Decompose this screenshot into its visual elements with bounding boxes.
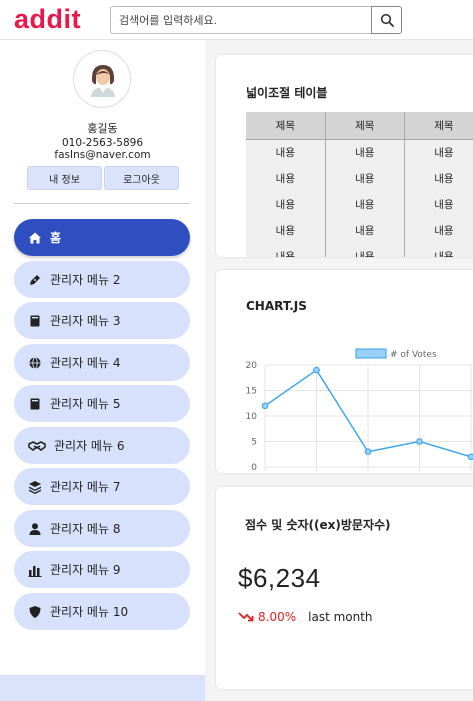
book-icon: [28, 397, 42, 411]
y-tick-label: 0: [251, 463, 257, 473]
table-cell: 내용: [246, 217, 326, 243]
y-tick-label: 10: [246, 412, 258, 422]
handshake-icon: [28, 439, 46, 453]
search-button[interactable]: [371, 6, 402, 34]
table-cell: 내용: [404, 217, 473, 243]
sidebar-item-menu-6[interactable]: 관리자 메뉴 6: [14, 427, 190, 464]
y-tick-label: 5: [251, 438, 257, 448]
data-point: [467, 453, 473, 461]
trend-down-icon: [238, 612, 254, 622]
my-info-button[interactable]: 내 정보: [27, 166, 102, 190]
legend-label: # of Votes: [390, 350, 437, 360]
sidebar-item-label: 관리자 메뉴 9: [50, 563, 121, 577]
table-row: 내용 내용 내용: [246, 139, 473, 165]
bar-chart-icon: [28, 563, 42, 577]
sidebar-item-label: 관리자 메뉴 6: [54, 439, 125, 453]
table-cell: 내용: [404, 139, 473, 165]
data-point: [364, 448, 372, 455]
sidebar-item-menu-5[interactable]: 관리자 메뉴 5: [14, 385, 190, 422]
table-row: 내용 내용 내용: [246, 191, 473, 217]
search-input[interactable]: [110, 6, 372, 34]
stat-card-title: 점수 및 숫자((ex)방문자수): [245, 518, 391, 532]
table-cell: 내용: [246, 165, 326, 191]
table-cell: 내용: [404, 243, 473, 257]
y-tick-label: 15: [246, 387, 257, 397]
chart-card-title: CHART.JS: [246, 299, 307, 313]
sidebar-item-menu-2[interactable]: 관리자 메뉴 2: [14, 261, 190, 298]
sidebar-item-label: 관리자 메뉴 2: [50, 273, 121, 287]
sidebar-item-home[interactable]: 홈: [14, 219, 190, 256]
stat-card: 점수 및 숫자((ex)방문자수) $6,234 8.00% last mont…: [215, 486, 473, 690]
table-header-cell[interactable]: 제목: [246, 112, 326, 140]
table-row: 내용 내용 내용: [246, 165, 473, 191]
user-icon: [28, 522, 42, 536]
resizable-table: 제목 제목 제목 내용 내용 내용 내용 내용 내용 내용 내용 내용 내용 내…: [246, 112, 473, 257]
stat-trend: 8.00% last month: [238, 610, 373, 624]
sidebar-item-menu-9[interactable]: 관리자 메뉴 9: [14, 551, 190, 588]
sidebar-item-menu-7[interactable]: 관리자 메뉴 7: [14, 468, 190, 505]
sidebar-item-label: 관리자 메뉴 10: [50, 605, 129, 619]
logo[interactable]: addit: [14, 4, 81, 35]
globe-icon: [28, 356, 42, 370]
table-cell: 내용: [246, 139, 326, 165]
table-cell: 내용: [325, 139, 405, 165]
line-chart: # of Votes05101520RedBlueYellowGreenPurp: [246, 348, 473, 473]
stat-value: $6,234: [238, 563, 321, 593]
search-bar: [110, 6, 402, 34]
y-tick-label: 20: [246, 361, 258, 371]
logout-button[interactable]: 로그아웃: [104, 166, 179, 190]
stat-change: 8.00%: [258, 610, 297, 624]
main-content: 넓이조절 테이블 제목 제목 제목 내용 내용 내용 내용 내용 내용 내용 내…: [205, 40, 473, 701]
table-cell: 내용: [325, 165, 405, 191]
sidebar-item-menu-10[interactable]: 관리자 메뉴 10: [14, 593, 190, 630]
table-cell: 내용: [246, 191, 326, 217]
sidebar-divider: [14, 203, 190, 204]
table-cell: 내용: [325, 191, 405, 217]
sidebar-item-label: 관리자 메뉴 5: [50, 397, 121, 411]
layers-icon: [28, 480, 42, 494]
sidebar-item-menu-4[interactable]: 관리자 메뉴 4: [14, 344, 190, 381]
stat-period: last month: [308, 610, 373, 624]
data-point: [313, 366, 320, 374]
profile-email: fasIns@naver.com: [54, 149, 151, 161]
table-cell: 내용: [246, 243, 326, 257]
logo-text: addit: [14, 4, 81, 34]
table-row: 내용 내용 내용: [246, 243, 473, 257]
table-row: 내용 내용 내용: [246, 217, 473, 243]
sidebar-item-label: 관리자 메뉴 7: [50, 480, 121, 494]
home-icon: [28, 231, 42, 245]
book-icon: [28, 314, 42, 328]
table-cell: 내용: [404, 165, 473, 191]
table-header-cell[interactable]: 제목: [325, 112, 405, 140]
sidebar: 홍길동 010-2563-5896 fasIns@naver.com 내 정보 …: [0, 40, 205, 701]
shield-icon: [28, 605, 42, 619]
user-avatar-icon: [91, 65, 115, 97]
table-card-title: 넓이조절 테이블: [246, 86, 328, 100]
sidebar-item-label: 홈: [50, 231, 62, 245]
legend-swatch: [355, 348, 387, 359]
sidebar-item-menu-8[interactable]: 관리자 메뉴 8: [14, 510, 190, 547]
profile-phone: 010-2563-5896: [61, 137, 144, 149]
chart-card: CHART.JS # of Votes05101520RedBlueYellow…: [215, 269, 473, 474]
pen-icon: [28, 273, 42, 287]
search-icon: [380, 13, 394, 27]
avatar[interactable]: [73, 50, 131, 108]
sidebar-item-label: 관리자 메뉴 4: [50, 356, 121, 370]
table-cell: 내용: [325, 243, 405, 257]
table-header-row: 제목 제목 제목: [246, 112, 473, 140]
table-header-cell[interactable]: 제목: [404, 112, 473, 140]
data-point: [261, 402, 269, 410]
table-card: 넓이조절 테이블 제목 제목 제목 내용 내용 내용 내용 내용 내용 내용 내…: [215, 54, 473, 258]
table-cell: 내용: [325, 217, 405, 243]
sidebar-footer: [0, 675, 205, 701]
top-bar: addit: [0, 0, 473, 40]
sidebar-item-menu-3[interactable]: 관리자 메뉴 3: [14, 302, 190, 339]
sidebar-item-label: 관리자 메뉴 3: [50, 314, 121, 328]
data-point: [416, 438, 423, 445]
table-cell: 내용: [404, 191, 473, 217]
sidebar-item-label: 관리자 메뉴 8: [50, 522, 121, 536]
profile-name: 홍길동: [87, 122, 118, 135]
